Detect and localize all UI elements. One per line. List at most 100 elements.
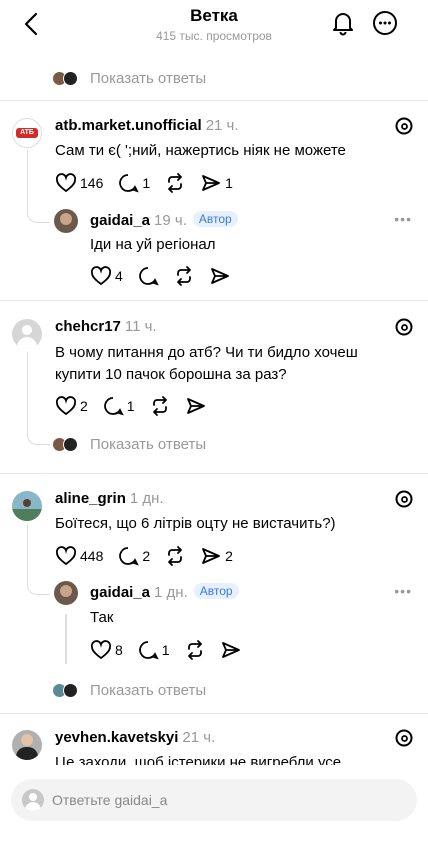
- show-replies-label: Показать ответы: [90, 69, 207, 87]
- post-text: Так: [90, 609, 114, 626]
- timestamp: 19 ч.: [154, 212, 187, 229]
- comment-button[interactable]: [137, 265, 159, 287]
- username[interactable]: gaidai_a: [90, 212, 150, 229]
- comment-button[interactable]: 1: [102, 395, 135, 417]
- avatar[interactable]: [12, 319, 42, 349]
- post-text: Іди на уй регіонал: [90, 236, 216, 253]
- like-button[interactable]: 8: [90, 639, 123, 661]
- repost-icon: [176, 266, 191, 286]
- show-replies-link[interactable]: Показать ответы: [52, 679, 206, 701]
- username[interactable]: gaidai_a: [90, 584, 150, 601]
- timestamp: 21 ч.: [205, 117, 239, 134]
- comment-icon: [104, 397, 124, 416]
- repost-button[interactable]: [164, 545, 186, 567]
- like-count: 8: [115, 642, 123, 658]
- repost-button[interactable]: [173, 265, 195, 287]
- heart-icon: [55, 546, 77, 566]
- comment-count: 1: [161, 642, 170, 658]
- repost-button[interactable]: [149, 395, 171, 417]
- avatar: [22, 789, 44, 811]
- avatar[interactable]: [54, 581, 78, 605]
- like-button[interactable]: 4: [90, 265, 123, 287]
- share-button[interactable]: 1: [200, 172, 233, 194]
- thread-connector: [27, 524, 50, 595]
- username[interactable]: atb.market.unofficial: [55, 117, 202, 134]
- share-button[interactable]: 2: [200, 545, 233, 567]
- bell-icon[interactable]: [330, 10, 356, 36]
- author-badge: Автор: [193, 583, 239, 599]
- repost-button[interactable]: [184, 639, 206, 661]
- avatar[interactable]: ATБ: [12, 118, 42, 148]
- avatar[interactable]: [12, 491, 42, 521]
- like-button[interactable]: 146: [55, 172, 103, 194]
- show-replies-label: Показать ответы: [90, 681, 207, 699]
- avatar[interactable]: [54, 209, 78, 233]
- reply-placeholder: Ответьте gaidai_a: [52, 792, 168, 808]
- share-icon: [186, 398, 205, 414]
- show-replies-link[interactable]: Показать ответы: [52, 67, 206, 89]
- like-button[interactable]: 2: [55, 395, 88, 417]
- like-button[interactable]: 448: [55, 545, 103, 567]
- timestamp: 1 дн.: [154, 584, 188, 601]
- mini-avatar: [63, 70, 78, 86]
- share-button[interactable]: [209, 265, 231, 287]
- heart-icon: [55, 396, 77, 416]
- share-count: 1: [225, 175, 233, 191]
- post-header: gaidai_a 19 ч. Автор: [90, 211, 238, 229]
- timestamp: 1 дн.: [129, 490, 164, 507]
- threads-icon[interactable]: [394, 317, 414, 337]
- reply-input[interactable]: Ответьте gaidai_a: [11, 779, 417, 821]
- username[interactable]: aline_grin: [55, 490, 126, 507]
- post-header: yevhen.kavetskyi 21 ч.: [55, 729, 215, 746]
- share-icon: [210, 268, 229, 284]
- post-text-line: купити 10 пачок борошна за раз?: [55, 366, 287, 383]
- threads-icon[interactable]: [394, 116, 414, 136]
- comment-button[interactable]: 2: [117, 545, 150, 567]
- username[interactable]: yevhen.kavetskyi: [55, 729, 178, 746]
- post-text-line: В чому питання до атб? Чи ти бидло хочеш: [55, 344, 358, 361]
- post-header: atb.market.unofficial 21 ч.: [55, 117, 239, 134]
- comment-icon: [119, 547, 140, 566]
- threads-icon[interactable]: [394, 489, 414, 509]
- comment-button[interactable]: 1: [137, 639, 170, 661]
- more-dots-icon[interactable]: •••: [394, 583, 412, 599]
- username[interactable]: chehcr17: [55, 318, 121, 335]
- repost-icon: [152, 396, 167, 416]
- post-text: Сам ти є( ';ний, нажертись ніяк не может…: [55, 142, 346, 159]
- like-count: 2: [80, 398, 88, 414]
- post-actions: 2 1: [55, 395, 221, 417]
- comment-button[interactable]: 1: [117, 172, 150, 194]
- divider: [0, 300, 428, 301]
- comment-icon: [139, 267, 159, 286]
- timestamp: 21 ч.: [182, 729, 216, 746]
- post-actions: 4: [90, 265, 245, 287]
- post-header: aline_grin 1 дн.: [55, 490, 164, 507]
- post-header: chehcr17 11 ч.: [55, 318, 157, 335]
- share-button[interactable]: [220, 639, 242, 661]
- mini-avatar: [63, 436, 78, 452]
- repost-icon: [187, 640, 202, 660]
- more-options-icon[interactable]: [372, 10, 398, 36]
- thread-connector: [65, 614, 67, 664]
- more-dots-icon[interactable]: •••: [394, 211, 412, 227]
- post-text: Боїтеся, що 6 літрів оцту не вистачить?): [55, 515, 336, 532]
- thread-connector: [27, 150, 50, 223]
- threads-icon[interactable]: [394, 728, 414, 748]
- thread-connector: [27, 352, 50, 445]
- divider: [0, 100, 428, 101]
- like-count: 146: [80, 175, 104, 191]
- view-count: 415 тыс. просмотров: [156, 29, 272, 43]
- heart-icon: [55, 173, 77, 193]
- timestamp: 11 ч.: [124, 318, 157, 335]
- avatar[interactable]: [12, 730, 42, 760]
- like-count: 448: [80, 548, 104, 564]
- repost-button[interactable]: [164, 172, 186, 194]
- share-button[interactable]: [185, 395, 207, 417]
- comment-count: 1: [126, 398, 135, 414]
- heart-icon: [90, 266, 112, 286]
- show-replies-link[interactable]: Показать ответы: [52, 433, 206, 455]
- comment-icon: [119, 174, 140, 193]
- author-badge: Автор: [192, 211, 238, 227]
- repost-icon: [168, 173, 183, 193]
- page-title: Ветка: [190, 6, 238, 25]
